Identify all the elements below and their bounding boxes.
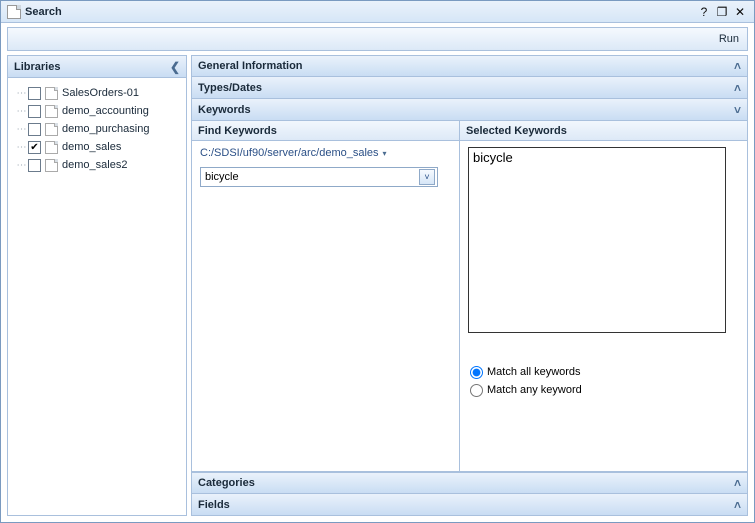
chevron-up-icon: ˄	[734, 498, 741, 512]
file-icon	[45, 105, 58, 118]
library-checkbox[interactable]	[28, 159, 41, 172]
tree-connector-icon: ⋯	[16, 124, 26, 135]
library-label: demo_sales	[62, 141, 121, 153]
find-keywords-label: Find Keywords	[198, 125, 277, 137]
keyword-combobox[interactable]: ˅	[200, 167, 438, 187]
keywords-body: Find Keywords C:/SDSI/uf90/server/arc/de…	[191, 121, 748, 472]
find-keywords-body: C:/SDSI/uf90/server/arc/demo_sales ▾ ˅	[192, 141, 459, 471]
library-checkbox[interactable]	[28, 123, 41, 136]
library-label: demo_purchasing	[62, 123, 149, 135]
chevron-up-icon: ˄	[734, 476, 741, 490]
path-text: C:/SDSI/uf90/server/arc/demo_sales	[200, 147, 379, 159]
library-item[interactable]: ⋯ demo_purchasing	[12, 120, 182, 138]
window-icon	[7, 5, 21, 19]
match-all-radio[interactable]	[470, 366, 483, 379]
library-item[interactable]: ⋯ SalesOrders-01	[12, 84, 182, 102]
library-item[interactable]: ⋯ demo_accounting	[12, 102, 182, 120]
match-any-label: Match any keyword	[487, 384, 582, 396]
section-categories[interactable]: Categories ˄	[191, 472, 748, 494]
chevron-up-icon: ˄	[734, 59, 741, 73]
run-button[interactable]: Run	[719, 33, 739, 45]
collapse-left-icon[interactable]: ❮	[170, 60, 180, 74]
library-item[interactable]: ⋯ demo_sales2	[12, 156, 182, 174]
libraries-header[interactable]: Libraries ❮	[8, 56, 186, 78]
tree-connector-icon: ⋯	[16, 88, 26, 99]
section-keywords[interactable]: Keywords ˅	[191, 99, 748, 121]
library-item[interactable]: ⋯✔ demo_sales	[12, 138, 182, 156]
selected-keywords-body: Match all keywords Match any keyword	[460, 141, 747, 471]
section-fields[interactable]: Fields ˄	[191, 494, 748, 516]
selected-keywords-header: Selected Keywords	[460, 121, 747, 141]
library-checkbox[interactable]	[28, 105, 41, 118]
find-keywords-header: Find Keywords	[192, 121, 459, 141]
title-bar: Search ? ❐ ✕	[1, 1, 754, 23]
section-types[interactable]: Types/Dates ˄	[191, 77, 748, 99]
file-icon	[45, 87, 58, 100]
close-button[interactable]: ✕	[732, 5, 748, 19]
section-keywords-label: Keywords	[198, 104, 251, 116]
tree-connector-icon: ⋯	[16, 142, 26, 153]
window-title: Search	[25, 6, 62, 18]
right-pane: General Information ˄ Types/Dates ˄ Keyw…	[191, 55, 748, 516]
toolbar: Run	[7, 27, 748, 51]
libraries-tree: ⋯ SalesOrders-01 ⋯ demo_accounting ⋯ demo_pur…	[8, 78, 186, 515]
combobox-dropdown-button[interactable]: ˅	[419, 169, 435, 185]
library-label: demo_accounting	[62, 105, 149, 117]
body: Libraries ❮ ⋯ SalesOrders-01 ⋯ demo_account…	[1, 55, 754, 522]
section-categories-label: Categories	[198, 477, 255, 489]
path-dropdown[interactable]: C:/SDSI/uf90/server/arc/demo_sales ▾	[200, 147, 387, 159]
search-window: Search ? ❐ ✕ Run Libraries ❮ ⋯ SalesOrder…	[0, 0, 755, 523]
section-fields-label: Fields	[198, 499, 230, 511]
chevron-up-icon: ˄	[734, 81, 741, 95]
library-checkbox[interactable]	[28, 87, 41, 100]
selected-keywords-label: Selected Keywords	[466, 125, 567, 137]
tree-connector-icon: ⋯	[16, 106, 26, 117]
restore-button[interactable]: ❐	[714, 5, 730, 19]
match-any-option[interactable]: Match any keyword	[470, 381, 739, 399]
chevron-down-icon: ˅	[734, 103, 741, 117]
match-all-option[interactable]: Match all keywords	[470, 363, 739, 381]
selected-keywords-textarea[interactable]	[468, 147, 726, 333]
keyword-input[interactable]	[205, 169, 419, 185]
file-icon	[45, 159, 58, 172]
section-general[interactable]: General Information ˄	[191, 55, 748, 77]
section-types-label: Types/Dates	[198, 82, 262, 94]
library-label: demo_sales2	[62, 159, 127, 171]
match-any-radio[interactable]	[470, 384, 483, 397]
file-icon	[45, 123, 58, 136]
libraries-title: Libraries	[14, 61, 60, 73]
library-label: SalesOrders-01	[62, 87, 139, 99]
help-button[interactable]: ?	[696, 5, 712, 19]
dropdown-icon: ▾	[383, 149, 387, 158]
selected-keywords-column: Selected Keywords Match all keywords Mat…	[460, 121, 747, 471]
file-icon	[45, 141, 58, 154]
find-keywords-column: Find Keywords C:/SDSI/uf90/server/arc/de…	[192, 121, 460, 471]
library-checkbox[interactable]: ✔	[28, 141, 41, 154]
match-all-label: Match all keywords	[487, 366, 581, 378]
tree-connector-icon: ⋯	[16, 160, 26, 171]
section-general-label: General Information	[198, 60, 303, 72]
libraries-panel: Libraries ❮ ⋯ SalesOrders-01 ⋯ demo_account…	[7, 55, 187, 516]
match-mode-group: Match all keywords Match any keyword	[468, 363, 739, 399]
